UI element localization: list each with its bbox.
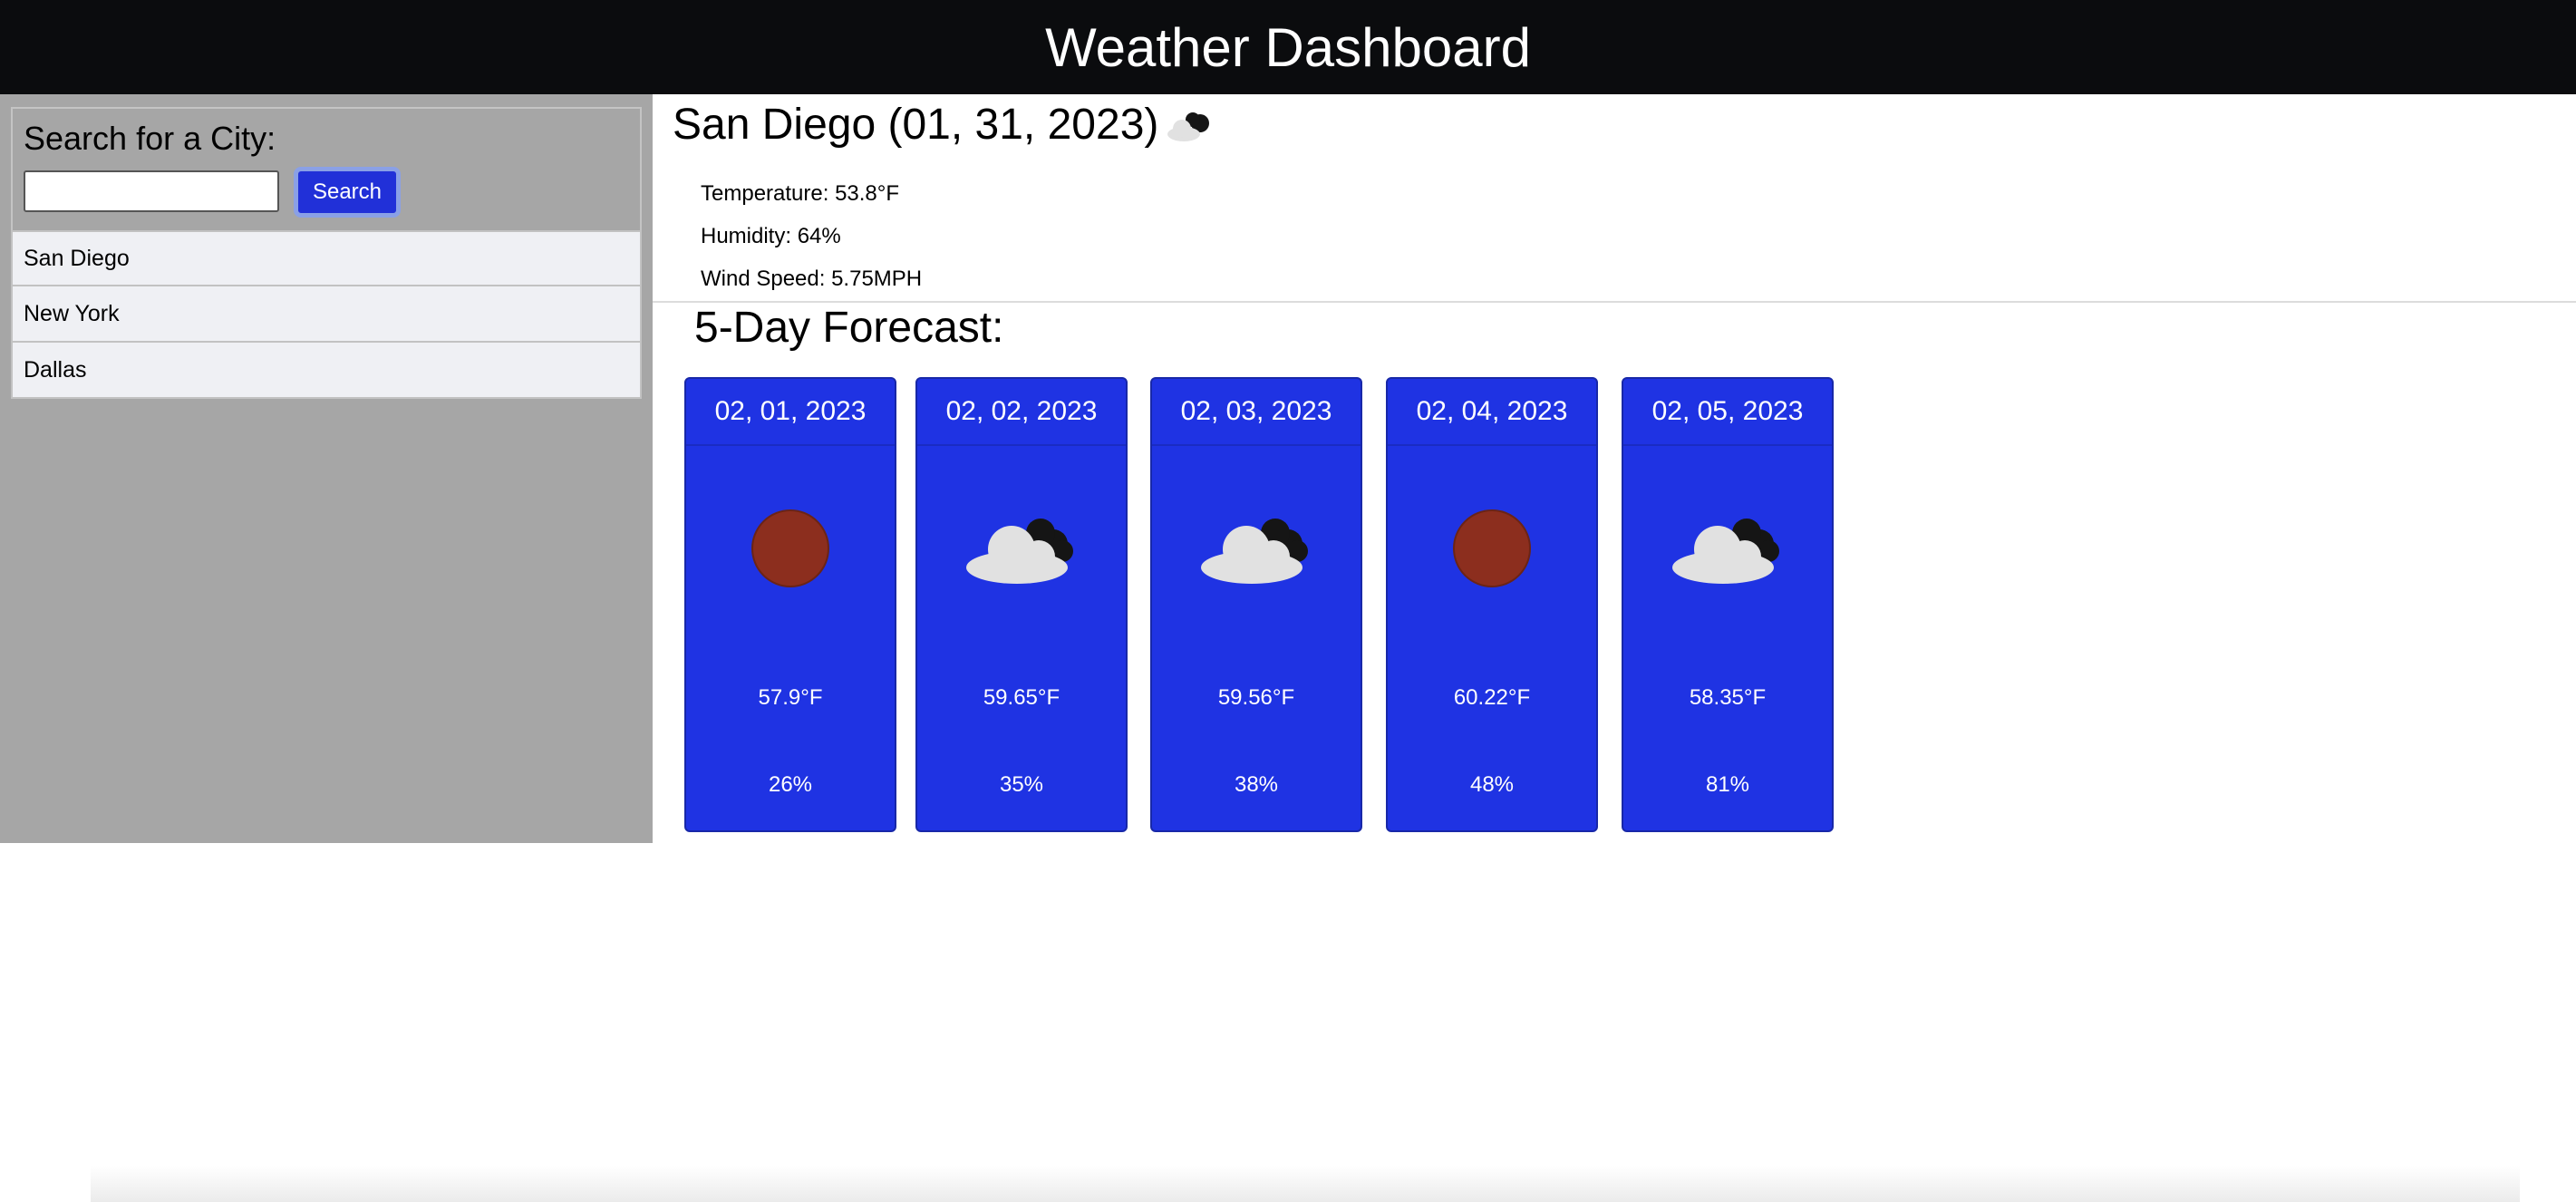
history-item-dallas[interactable]: Dallas (11, 343, 642, 399)
forecast-date: 02, 05, 2023 (1623, 379, 1832, 446)
forecast-card: 02, 04, 2023 60.22°F 48% (1386, 377, 1598, 832)
current-wind-speed: Wind Speed: 5.75MPH (701, 267, 923, 291)
forecast-humidity: 48% (1469, 772, 1515, 797)
search-heading: Search for a City: (24, 120, 276, 157)
cloud-icon (917, 508, 1126, 589)
cloud-icon (1623, 508, 1832, 589)
forecast-temperature: 60.22°F (1453, 685, 1531, 710)
current-humidity: Humidity: 64% (701, 224, 841, 248)
forecast-date: 02, 02, 2023 (917, 379, 1126, 446)
partly-cloudy-icon (1167, 112, 1209, 141)
forecast-date: 02, 03, 2023 (1152, 379, 1361, 446)
forecast-temperature: 59.65°F (983, 685, 1060, 710)
sun-icon (686, 508, 895, 589)
header-bar: Weather Dashboard (0, 0, 2576, 94)
forecast-card: 02, 02, 2023 59.65°F 35% (915, 377, 1128, 832)
search-history-list: San Diego New York Dallas (11, 230, 642, 399)
forecast-card: 02, 01, 2023 57.9°F 26% (684, 377, 896, 832)
cloud-icon (1152, 508, 1361, 589)
search-button[interactable]: Search (294, 167, 401, 218)
current-temperature: Temperature: 53.8°F (701, 181, 900, 206)
city-search-input[interactable] (24, 170, 279, 212)
page-title: Weather Dashboard (1045, 16, 1531, 78)
forecast-heading: 5-Day Forecast: (694, 304, 1004, 352)
forecast-temperature: 59.56°F (1217, 685, 1295, 710)
history-item-new-york[interactable]: New York (11, 286, 642, 343)
forecast-humidity: 35% (999, 772, 1044, 797)
forecast-temperature: 57.9°F (758, 685, 823, 710)
forecast-humidity: 26% (768, 772, 813, 797)
sun-icon (1388, 508, 1596, 589)
current-city-title: San Diego (01, 31, 2023) (673, 101, 1159, 149)
forecast-humidity: 38% (1234, 772, 1279, 797)
page-bottom-shadow (91, 1166, 2520, 1202)
forecast-humidity: 81% (1705, 772, 1750, 797)
forecast-date: 02, 04, 2023 (1388, 379, 1596, 446)
forecast-temperature: 58.35°F (1689, 685, 1767, 710)
sidebar: Search for a City: Search San Diego New … (0, 94, 653, 843)
forecast-date: 02, 01, 2023 (686, 379, 895, 446)
current-weather-panel: San Diego (01, 31, 2023) Temperature: 53… (653, 94, 2576, 303)
forecast-card: 02, 03, 2023 59.56°F 38% (1150, 377, 1362, 832)
forecast-card: 02, 05, 2023 58.35°F 81% (1622, 377, 1834, 832)
search-panel: Search for a City: Search (11, 107, 642, 232)
history-item-san-diego[interactable]: San Diego (11, 230, 642, 286)
